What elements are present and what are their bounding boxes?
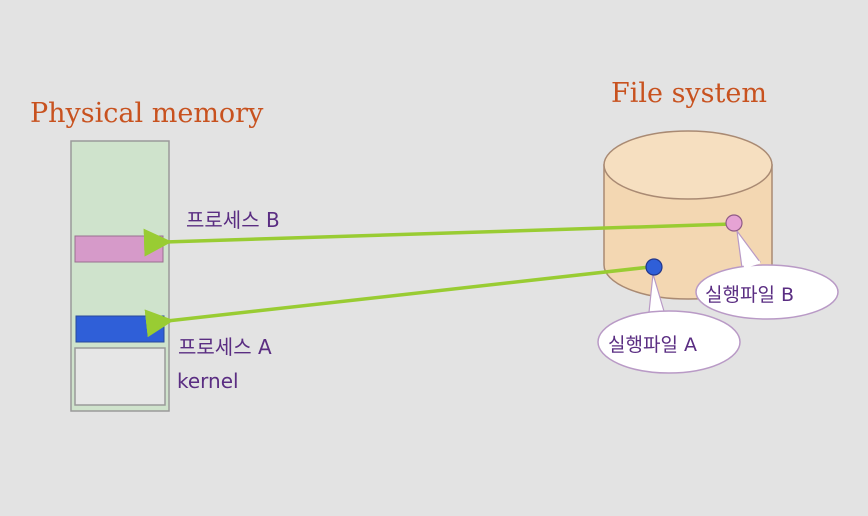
file-b-label: 실행파일 B bbox=[705, 284, 794, 306]
file-system-title: File system bbox=[611, 78, 767, 109]
process-a-region bbox=[75, 315, 165, 343]
virtual-memory-diagram: Physical memory File system 프로세스 B 프로세스 … bbox=[0, 0, 868, 516]
file-b-dot bbox=[725, 214, 743, 232]
process-a-label: 프로세스 A bbox=[178, 335, 272, 359]
physical-memory-title: Physical memory bbox=[30, 98, 264, 129]
kernel-label: kernel bbox=[177, 369, 239, 393]
arrow-file-a-to-process-a bbox=[144, 265, 651, 338]
kernel-region bbox=[74, 347, 166, 406]
file-a-callout-seam bbox=[649, 312, 665, 318]
process-b-region bbox=[74, 235, 164, 263]
file-a-label: 실행파일 A bbox=[608, 334, 697, 356]
file-a-dot bbox=[645, 258, 663, 276]
process-b-label: 프로세스 B bbox=[186, 208, 280, 232]
disk-cylinder-top bbox=[603, 130, 773, 200]
